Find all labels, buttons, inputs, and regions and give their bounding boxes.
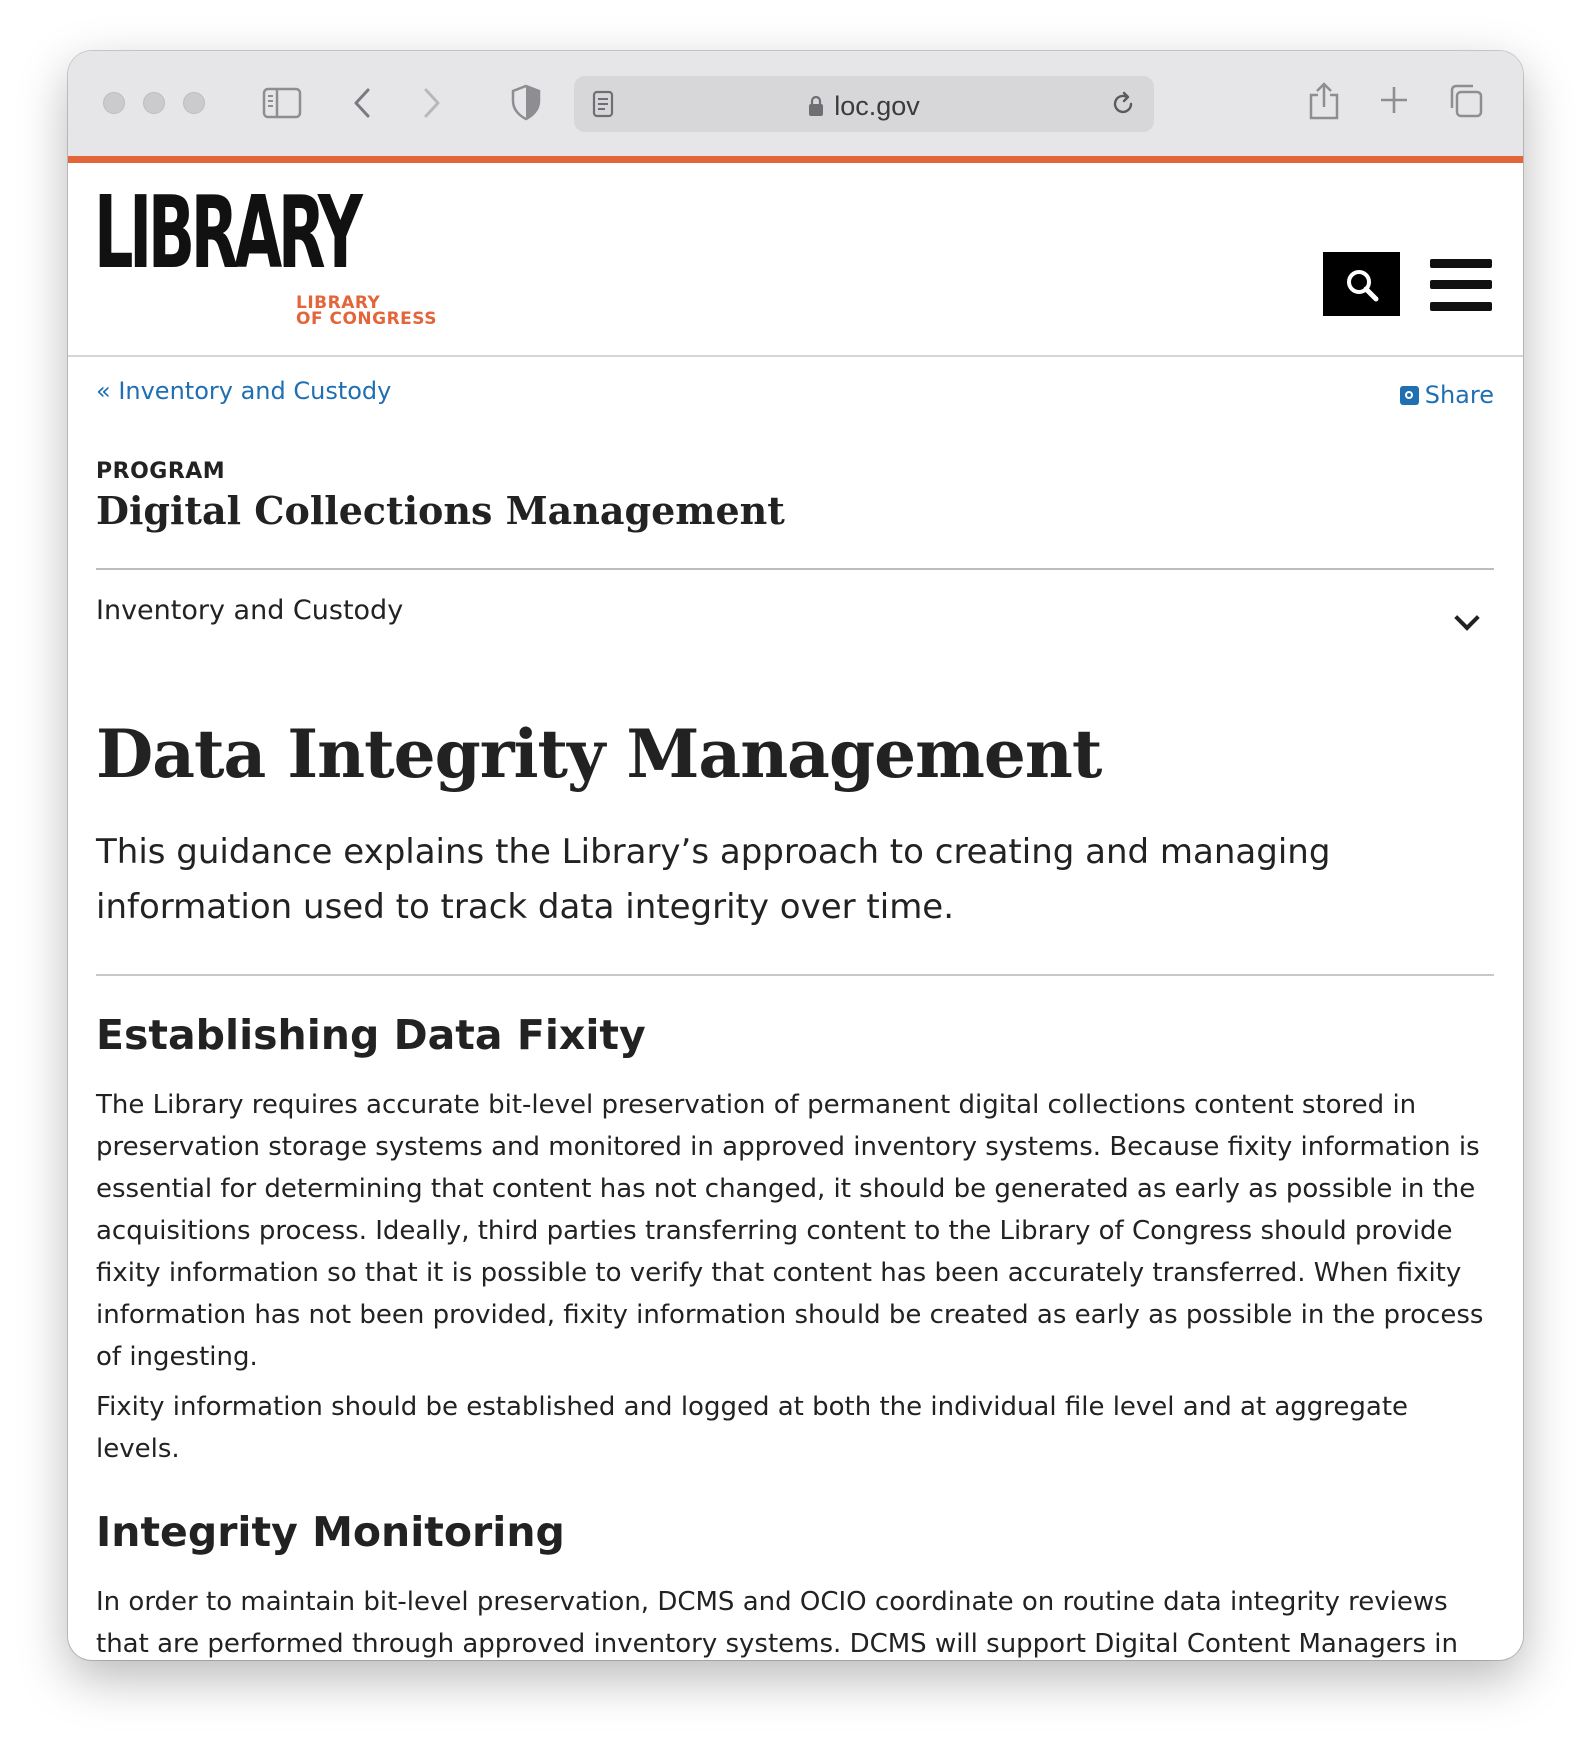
close-window-button[interactable] — [103, 92, 125, 114]
header-accent-line — [68, 156, 1523, 163]
forward-arrow-icon[interactable] — [420, 86, 444, 120]
section-heading: Establishing Data Fixity — [96, 1011, 646, 1059]
new-tab-icon[interactable] — [1379, 85, 1409, 115]
share-page-icon[interactable] — [1308, 81, 1340, 121]
share-label: Share — [1424, 381, 1494, 409]
share-icon — [1399, 386, 1419, 405]
site-header: LIBRARY LIBRARY OF CONGRESS — [68, 163, 1523, 357]
url-display[interactable]: loc.gov — [574, 91, 1154, 122]
logo-wordmark: LIBRARY — [94, 174, 363, 291]
hamburger-bar — [1430, 259, 1492, 268]
lock-icon — [809, 95, 824, 116]
browser-window: loc.gov LIBRARY LIBRARY OF CONGRESS « In… — [68, 51, 1523, 1660]
url-text: loc.gov — [834, 91, 920, 121]
page-title: Data Integrity Management — [96, 715, 1102, 793]
section-paragraph: The Library requires accurate bit-level … — [96, 1090, 1484, 1372]
page-intro: This guidance explains the Library’s app… — [96, 832, 1331, 927]
program-title[interactable]: Digital Collections Management — [96, 488, 785, 533]
search-icon — [1347, 270, 1379, 302]
tab-overview-icon[interactable] — [1448, 83, 1484, 119]
share-button[interactable]: Share — [1399, 381, 1494, 409]
zoom-window-button[interactable] — [183, 92, 205, 114]
section-heading: Integrity Monitoring — [96, 1508, 565, 1556]
reload-icon[interactable] — [1110, 91, 1136, 117]
divider — [96, 568, 1494, 570]
section-paragraph: Fixity information should be established… — [96, 1392, 1409, 1464]
minimize-window-button[interactable] — [143, 92, 165, 114]
logo-subtitle: LIBRARY OF CONGRESS — [296, 295, 438, 329]
address-bar[interactable]: loc.gov — [574, 76, 1154, 132]
chevron-down-icon[interactable] — [1454, 605, 1480, 631]
back-arrow-icon[interactable] — [350, 86, 374, 120]
hamburger-bar — [1430, 302, 1492, 311]
section-paragraph: In order to maintain bit-level preservat… — [96, 1587, 1458, 1659]
sidebar-icon[interactable] — [262, 86, 302, 120]
divider — [96, 974, 1494, 976]
breadcrumb-back-link[interactable]: « Inventory and Custody — [96, 377, 391, 405]
logo-subtitle-line2: OF CONGRESS — [296, 309, 438, 329]
search-button[interactable] — [1323, 252, 1400, 316]
program-label: PROGRAM — [96, 459, 226, 484]
menu-button[interactable] — [1430, 259, 1492, 311]
section-dropdown-value[interactable]: Inventory and Custody — [96, 595, 403, 626]
browser-toolbar: loc.gov — [68, 51, 1523, 157]
privacy-shield-icon[interactable] — [510, 83, 542, 121]
hamburger-bar — [1430, 280, 1492, 289]
